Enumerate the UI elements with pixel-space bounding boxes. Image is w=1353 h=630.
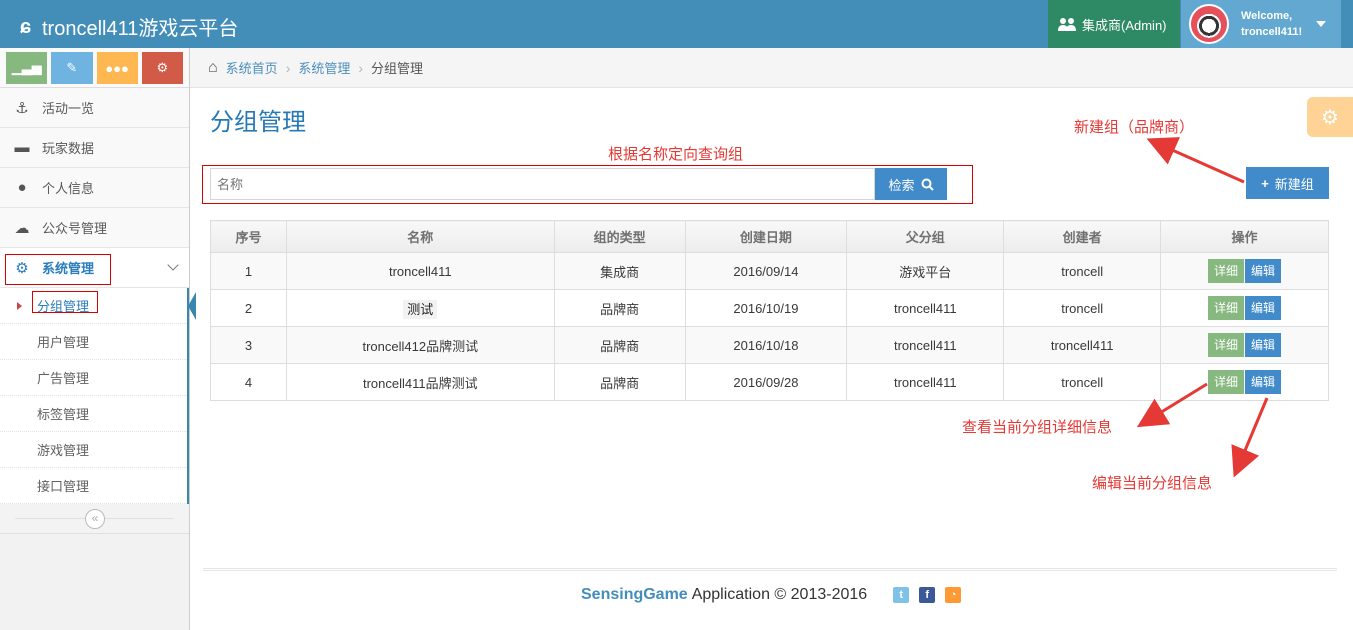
annotation-arrows [1136, 137, 1269, 478]
arrow-detail [1136, 382, 1208, 428]
footer-text: Application © 2013-2016 [691, 586, 868, 603]
rss-icon[interactable]: ◔ [945, 587, 962, 603]
facebook-icon[interactable]: f [919, 587, 936, 603]
footer: SensingGame Application © 2013-2016 t f … [581, 586, 962, 604]
footer-divider [203, 568, 1337, 571]
twitter-icon[interactable]: t [893, 587, 910, 603]
footer-brand: SensingGame [581, 586, 688, 603]
arrow-new-group [1146, 137, 1245, 184]
arrow-edit [1231, 397, 1269, 478]
